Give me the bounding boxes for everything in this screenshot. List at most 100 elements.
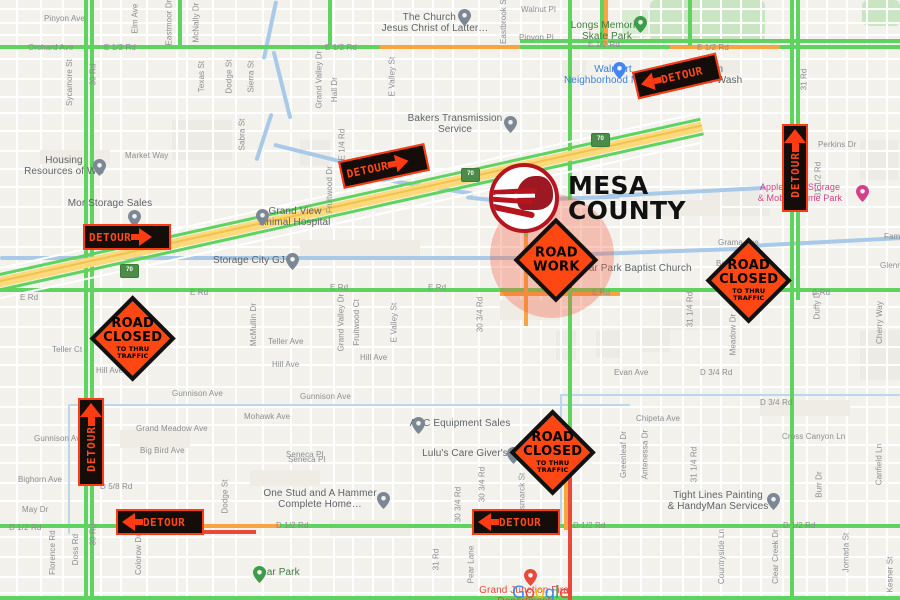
street-label: Bighorn Ave xyxy=(18,475,63,484)
street-label: Colorow Dr xyxy=(134,533,144,576)
street-label: Seneca Pl xyxy=(288,455,326,464)
detour-label: DETOUR xyxy=(143,515,186,529)
poi-pin-icon[interactable] xyxy=(767,493,780,510)
street-label: Cherry Way xyxy=(874,301,884,344)
street-label: Jornada St xyxy=(841,532,851,573)
street-vertical xyxy=(412,0,414,600)
poi-label: Bakers Transmission Service xyxy=(407,113,503,135)
arrow-up-icon xyxy=(784,129,806,143)
poi-pin-icon[interactable] xyxy=(458,9,471,26)
poi-pin-icon[interactable] xyxy=(856,185,869,202)
detour-label: DETOUR xyxy=(89,230,132,244)
map-canvas[interactable]: 70 70 70 Pinyon Ave Orchard Ave E 1/2 Rd E 1/2… xyxy=(0,0,900,600)
land-patch xyxy=(330,520,410,536)
highway-shield-i70: 70 xyxy=(120,264,139,278)
poi-pin-icon[interactable] xyxy=(377,492,390,509)
street-label: Dodge St xyxy=(220,479,230,514)
street-label: E Rd xyxy=(428,283,447,292)
poi-label: Longs Memorial Skate Park xyxy=(570,20,644,42)
street-label: Grand Meadow Ave xyxy=(136,424,208,433)
poi-pin-icon[interactable] xyxy=(412,417,425,434)
street-label: Pinyon Pl xyxy=(519,33,554,42)
sign-detour-west-i70[interactable]: DETOUR xyxy=(83,224,171,250)
street-vertical xyxy=(290,0,292,600)
poi-pin-icon[interactable] xyxy=(93,159,106,176)
street-vertical xyxy=(826,0,828,600)
street-label: Grand Valley Dr xyxy=(336,293,346,352)
arrow-left-icon xyxy=(122,513,135,531)
street-horizontal xyxy=(0,386,900,388)
arrow-stem xyxy=(491,519,499,525)
street-label: 31 Rd xyxy=(799,68,809,91)
sign-detour-sw-d12[interactable]: DETOUR xyxy=(116,509,204,535)
street-label: 30 3/4 Rd xyxy=(475,296,485,333)
street-label: Fam xyxy=(884,232,900,241)
street-label: D 1/2 Rd xyxy=(276,521,309,530)
street-vertical xyxy=(100,0,102,600)
canal xyxy=(560,394,900,396)
street-label: Perkins Dr xyxy=(818,140,857,149)
street-label: 30 Rd xyxy=(88,63,98,86)
street-label: Cross Canyon Ln xyxy=(782,432,846,441)
street-label: Dodge St xyxy=(224,59,234,94)
google-watermark: Google xyxy=(512,583,569,600)
street-horizontal xyxy=(0,576,900,578)
street-label: Hill Ave xyxy=(360,353,388,362)
detour-label: DETOUR xyxy=(345,158,390,181)
street-label: Hall Dr xyxy=(330,76,340,103)
detour-label: DETOUR xyxy=(788,152,802,198)
street-label: E 1/2 Rd xyxy=(104,43,136,52)
poi-pin-icon[interactable] xyxy=(613,62,626,79)
poi-pin-icon[interactable] xyxy=(504,116,517,133)
sign-detour-west-vertical[interactable]: DETOUR xyxy=(78,398,104,486)
street-label: E Valley St xyxy=(389,302,399,343)
street-label: Sabra St xyxy=(237,118,247,151)
street-label: Evan Ave xyxy=(614,368,649,377)
mesa-county-logo: MESA COUNTY xyxy=(489,163,686,233)
poi-pin-icon[interactable] xyxy=(634,16,647,33)
street-label: E Rd xyxy=(812,288,831,297)
street-label: Antenessa Dr xyxy=(640,429,650,480)
street-vertical xyxy=(212,0,214,600)
sign-detour-east-vertical[interactable]: DETOUR xyxy=(782,124,808,212)
arterial-688 xyxy=(688,0,692,46)
street-horizontal xyxy=(0,592,900,594)
street-label: Doss Rd xyxy=(71,533,81,566)
poi-pin-icon[interactable] xyxy=(253,566,266,583)
street-label: Fruitwood Ct xyxy=(351,299,361,346)
street-label: Market Way xyxy=(125,151,169,160)
arterial-178 xyxy=(178,0,182,46)
poi-pin-icon[interactable] xyxy=(286,253,299,270)
street-label: Countryside Ln xyxy=(717,528,727,585)
arrow-right-icon xyxy=(394,151,411,173)
street-vertical xyxy=(886,0,888,600)
street-label: Glenn xyxy=(880,261,900,270)
street-label: Clear Creek Dr xyxy=(770,529,780,584)
detour-label: DETOUR xyxy=(499,515,542,529)
street-label: Teller Ct xyxy=(52,345,83,354)
street-vertical xyxy=(62,0,64,600)
street-label: 31 1/4 Rd xyxy=(689,446,699,483)
street-label: E Rd xyxy=(190,288,209,297)
sign-text: ROAD WORK xyxy=(532,245,580,274)
street-label: Sycamore St xyxy=(64,59,74,106)
canal xyxy=(68,404,70,534)
poi-label: Housing Resources of WC xyxy=(24,155,104,177)
sign-text: ROAD CLOSED TO THRU TRAFFIC xyxy=(523,430,583,475)
street-label: Kesner St xyxy=(885,556,895,593)
canal xyxy=(70,404,630,406)
sign-detour-s-d12[interactable]: DETOUR xyxy=(472,509,560,535)
street-vertical xyxy=(235,0,237,600)
street-label: E Valley St xyxy=(387,56,397,97)
street-horizontal xyxy=(0,462,900,464)
street-label: Sierra St xyxy=(246,60,256,93)
street-vertical xyxy=(262,0,264,600)
street-horizontal xyxy=(0,482,900,484)
street-vertical xyxy=(432,0,434,600)
poi-pin-icon[interactable] xyxy=(256,209,269,226)
street-horizontal xyxy=(0,58,900,60)
logo-line-1: MESA xyxy=(568,171,649,200)
sign-text: ROAD CLOSED TO THRU TRAFFIC xyxy=(103,316,163,361)
street-label: E Rd xyxy=(330,283,349,292)
street-vertical xyxy=(620,0,622,600)
